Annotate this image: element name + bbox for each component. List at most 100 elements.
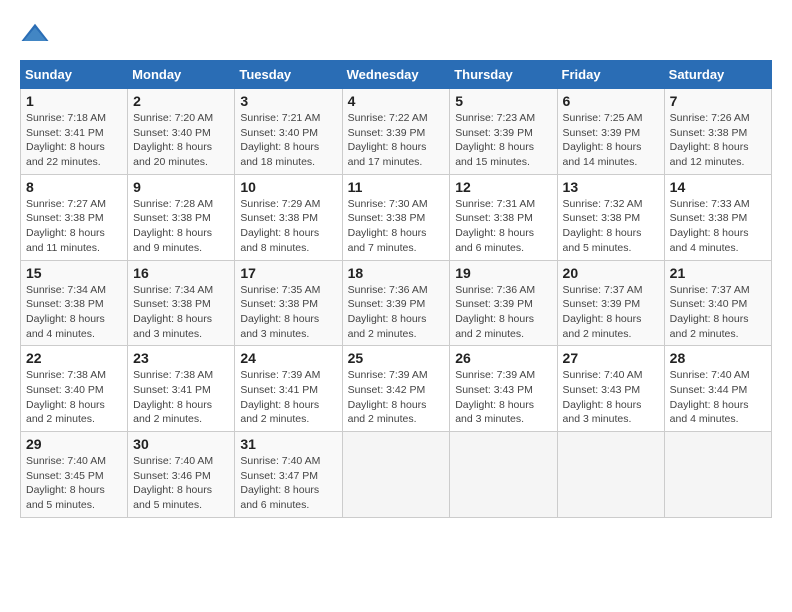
day-number: 28 bbox=[670, 350, 766, 366]
day-cell: 11 Sunrise: 7:30 AMSunset: 3:38 PMDayligh… bbox=[342, 174, 450, 260]
calendar-header: SundayMondayTuesdayWednesdayThursdayFrid… bbox=[21, 61, 772, 89]
day-cell: 30 Sunrise: 7:40 AMSunset: 3:46 PMDayligh… bbox=[128, 432, 235, 518]
day-info: Sunrise: 7:21 AMSunset: 3:40 PMDaylight:… bbox=[240, 111, 336, 170]
calendar-table: SundayMondayTuesdayWednesdayThursdayFrid… bbox=[20, 60, 772, 518]
day-info: Sunrise: 7:37 AMSunset: 3:40 PMDaylight:… bbox=[670, 283, 766, 342]
day-cell bbox=[450, 432, 557, 518]
day-cell: 10 Sunrise: 7:29 AMSunset: 3:38 PMDayligh… bbox=[235, 174, 342, 260]
day-number: 18 bbox=[348, 265, 445, 281]
day-info: Sunrise: 7:25 AMSunset: 3:39 PMDaylight:… bbox=[563, 111, 659, 170]
day-number: 27 bbox=[563, 350, 659, 366]
day-cell bbox=[664, 432, 771, 518]
day-cell: 17Sunrise: 7:35 AMSunset: 3:38 PMDayligh… bbox=[235, 260, 342, 346]
day-number: 22 bbox=[26, 350, 122, 366]
week-row-1: 1 Sunrise: 7:18 AMSunset: 3:41 PMDaylight… bbox=[21, 89, 772, 175]
day-info: Sunrise: 7:28 AMSunset: 3:38 PMDaylight:… bbox=[133, 197, 229, 256]
day-info: Sunrise: 7:22 AMSunset: 3:39 PMDaylight:… bbox=[348, 111, 445, 170]
day-number: 4 bbox=[348, 93, 445, 109]
day-cell: 4 Sunrise: 7:22 AMSunset: 3:39 PMDaylight… bbox=[342, 89, 450, 175]
day-info: Sunrise: 7:40 AMSunset: 3:46 PMDaylight:… bbox=[133, 454, 229, 513]
day-header-sunday: Sunday bbox=[21, 61, 128, 89]
day-number: 19 bbox=[455, 265, 551, 281]
day-header-saturday: Saturday bbox=[664, 61, 771, 89]
day-cell: 5 Sunrise: 7:23 AMSunset: 3:39 PMDaylight… bbox=[450, 89, 557, 175]
day-number: 25 bbox=[348, 350, 445, 366]
day-info: Sunrise: 7:40 AMSunset: 3:45 PMDaylight:… bbox=[26, 454, 122, 513]
day-number: 23 bbox=[133, 350, 229, 366]
day-info: Sunrise: 7:23 AMSunset: 3:39 PMDaylight:… bbox=[455, 111, 551, 170]
day-info: Sunrise: 7:36 AMSunset: 3:39 PMDaylight:… bbox=[455, 283, 551, 342]
day-info: Sunrise: 7:34 AMSunset: 3:38 PMDaylight:… bbox=[26, 283, 122, 342]
day-cell: 24 Sunrise: 7:39 AMSunset: 3:41 PMDayligh… bbox=[235, 346, 342, 432]
day-cell bbox=[342, 432, 450, 518]
day-number: 3 bbox=[240, 93, 336, 109]
day-info: Sunrise: 7:35 AMSunset: 3:38 PMDaylight:… bbox=[240, 283, 336, 342]
calendar-body: 1 Sunrise: 7:18 AMSunset: 3:41 PMDaylight… bbox=[21, 89, 772, 518]
day-info: Sunrise: 7:38 AMSunset: 3:40 PMDaylight:… bbox=[26, 368, 122, 427]
day-cell: 26Sunrise: 7:39 AMSunset: 3:43 PMDayligh… bbox=[450, 346, 557, 432]
day-number: 5 bbox=[455, 93, 551, 109]
day-info: Sunrise: 7:26 AMSunset: 3:38 PMDaylight:… bbox=[670, 111, 766, 170]
day-number: 6 bbox=[563, 93, 659, 109]
day-cell: 7 Sunrise: 7:26 AMSunset: 3:38 PMDaylight… bbox=[664, 89, 771, 175]
day-number: 30 bbox=[133, 436, 229, 452]
day-info: Sunrise: 7:31 AMSunset: 3:38 PMDaylight:… bbox=[455, 197, 551, 256]
day-number: 2 bbox=[133, 93, 229, 109]
day-cell: 28 Sunrise: 7:40 AMSunset: 3:44 PMDayligh… bbox=[664, 346, 771, 432]
day-info: Sunrise: 7:40 AMSunset: 3:44 PMDaylight:… bbox=[670, 368, 766, 427]
day-cell: 13Sunrise: 7:32 AMSunset: 3:38 PMDayligh… bbox=[557, 174, 664, 260]
day-number: 11 bbox=[348, 179, 445, 195]
day-info: Sunrise: 7:34 AMSunset: 3:38 PMDaylight:… bbox=[133, 283, 229, 342]
day-cell: 8Sunrise: 7:27 AMSunset: 3:38 PMDaylight… bbox=[21, 174, 128, 260]
day-number: 1 bbox=[26, 93, 122, 109]
day-cell: 15 Sunrise: 7:34 AMSunset: 3:38 PMDayligh… bbox=[21, 260, 128, 346]
day-number: 7 bbox=[670, 93, 766, 109]
day-number: 29 bbox=[26, 436, 122, 452]
day-cell: 31Sunrise: 7:40 AMSunset: 3:47 PMDayligh… bbox=[235, 432, 342, 518]
day-info: Sunrise: 7:33 AMSunset: 3:38 PMDaylight:… bbox=[670, 197, 766, 256]
day-info: Sunrise: 7:37 AMSunset: 3:39 PMDaylight:… bbox=[563, 283, 659, 342]
page-header bbox=[20, 20, 772, 50]
day-number: 10 bbox=[240, 179, 336, 195]
day-number: 9 bbox=[133, 179, 229, 195]
week-row-2: 8Sunrise: 7:27 AMSunset: 3:38 PMDaylight… bbox=[21, 174, 772, 260]
day-cell: 29 Sunrise: 7:40 AMSunset: 3:45 PMDayligh… bbox=[21, 432, 128, 518]
day-number: 16 bbox=[133, 265, 229, 281]
logo bbox=[20, 20, 54, 50]
day-header-wednesday: Wednesday bbox=[342, 61, 450, 89]
day-info: Sunrise: 7:38 AMSunset: 3:41 PMDaylight:… bbox=[133, 368, 229, 427]
week-row-3: 15 Sunrise: 7:34 AMSunset: 3:38 PMDayligh… bbox=[21, 260, 772, 346]
day-number: 14 bbox=[670, 179, 766, 195]
day-info: Sunrise: 7:39 AMSunset: 3:43 PMDaylight:… bbox=[455, 368, 551, 427]
day-number: 24 bbox=[240, 350, 336, 366]
day-cell: 25 Sunrise: 7:39 AMSunset: 3:42 PMDayligh… bbox=[342, 346, 450, 432]
header-row: SundayMondayTuesdayWednesdayThursdayFrid… bbox=[21, 61, 772, 89]
day-cell: 1 Sunrise: 7:18 AMSunset: 3:41 PMDaylight… bbox=[21, 89, 128, 175]
day-cell: 20 Sunrise: 7:37 AMSunset: 3:39 PMDayligh… bbox=[557, 260, 664, 346]
day-info: Sunrise: 7:18 AMSunset: 3:41 PMDaylight:… bbox=[26, 111, 122, 170]
week-row-4: 22 Sunrise: 7:38 AMSunset: 3:40 PMDayligh… bbox=[21, 346, 772, 432]
day-header-monday: Monday bbox=[128, 61, 235, 89]
day-number: 20 bbox=[563, 265, 659, 281]
day-info: Sunrise: 7:39 AMSunset: 3:41 PMDaylight:… bbox=[240, 368, 336, 427]
day-info: Sunrise: 7:36 AMSunset: 3:39 PMDaylight:… bbox=[348, 283, 445, 342]
logo-icon bbox=[20, 20, 50, 50]
day-info: Sunrise: 7:39 AMSunset: 3:42 PMDaylight:… bbox=[348, 368, 445, 427]
day-number: 12 bbox=[455, 179, 551, 195]
day-number: 21 bbox=[670, 265, 766, 281]
day-cell: 2 Sunrise: 7:20 AMSunset: 3:40 PMDaylight… bbox=[128, 89, 235, 175]
day-info: Sunrise: 7:30 AMSunset: 3:38 PMDaylight:… bbox=[348, 197, 445, 256]
day-info: Sunrise: 7:32 AMSunset: 3:38 PMDaylight:… bbox=[563, 197, 659, 256]
day-info: Sunrise: 7:29 AMSunset: 3:38 PMDaylight:… bbox=[240, 197, 336, 256]
week-row-5: 29 Sunrise: 7:40 AMSunset: 3:45 PMDayligh… bbox=[21, 432, 772, 518]
day-cell: 9 Sunrise: 7:28 AMSunset: 3:38 PMDaylight… bbox=[128, 174, 235, 260]
day-cell: 21 Sunrise: 7:37 AMSunset: 3:40 PMDayligh… bbox=[664, 260, 771, 346]
day-info: Sunrise: 7:20 AMSunset: 3:40 PMDaylight:… bbox=[133, 111, 229, 170]
day-cell: 19 Sunrise: 7:36 AMSunset: 3:39 PMDayligh… bbox=[450, 260, 557, 346]
day-number: 15 bbox=[26, 265, 122, 281]
day-cell: 22 Sunrise: 7:38 AMSunset: 3:40 PMDayligh… bbox=[21, 346, 128, 432]
day-number: 31 bbox=[240, 436, 336, 452]
day-header-friday: Friday bbox=[557, 61, 664, 89]
day-number: 8 bbox=[26, 179, 122, 195]
day-cell: 14 Sunrise: 7:33 AMSunset: 3:38 PMDayligh… bbox=[664, 174, 771, 260]
